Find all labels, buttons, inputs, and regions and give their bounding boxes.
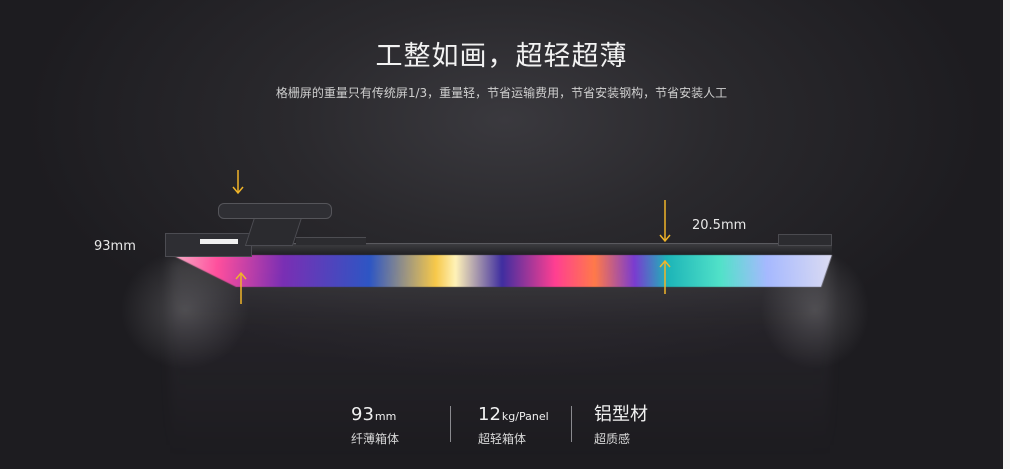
- spec-caption: 超轻箱体: [478, 432, 527, 446]
- spec-divider: [571, 406, 572, 442]
- arrow-down-icon: [232, 170, 244, 196]
- spec-item: 12kg/Panel 超轻箱体: [478, 404, 549, 447]
- panel-edge-right: [778, 234, 832, 246]
- spec-divider: [450, 406, 451, 442]
- page-subtitle: 格栅屏的重量只有传统屏1/3，重量轻，节省运输费用，节省安装钢构，节省安装人工: [275, 86, 728, 100]
- dimension-height-label: 93mm: [94, 239, 136, 254]
- cabinet-handle: [218, 203, 332, 219]
- dimension-thickness-label: 20.5mm: [692, 218, 747, 233]
- spec-value: 铝型材: [594, 404, 648, 425]
- hero-section: 工整如画，超轻超薄 格栅屏的重量只有传统屏1/3，重量轻，节省运输费用，节省安装…: [0, 0, 1003, 469]
- cabinet-handle-tail: [296, 237, 366, 245]
- arrow-up-icon: [659, 258, 671, 294]
- spec-caption: 超质感: [594, 432, 631, 446]
- cabinet-body: [165, 233, 252, 257]
- led-panel-screen-image: [170, 255, 835, 287]
- arrow-down-icon: [659, 200, 671, 244]
- spec-item: 铝型材 超质感: [594, 404, 649, 447]
- spec-value: 12kg/Panel: [478, 404, 549, 425]
- spec-value: 93mm: [351, 404, 397, 425]
- page-title: 工整如画，超轻超薄: [375, 41, 628, 72]
- spec-item: 93mm 纤薄箱体: [351, 404, 399, 447]
- spec-caption: 纤薄箱体: [351, 432, 400, 446]
- arrow-up-icon: [235, 270, 247, 304]
- page-scroll-edge: [1003, 0, 1010, 469]
- cabinet-slot: [200, 239, 238, 244]
